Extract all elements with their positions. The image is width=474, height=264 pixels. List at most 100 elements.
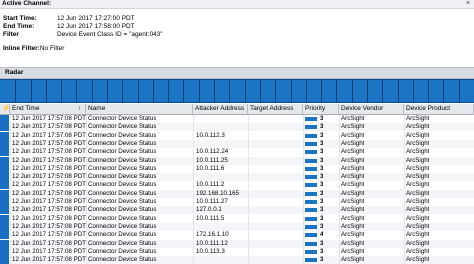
col-device-product[interactable]: Device Product xyxy=(404,104,474,114)
grid-line xyxy=(248,231,249,240)
grid-line xyxy=(248,214,249,223)
radar-cell-divider xyxy=(305,80,307,102)
inline-filter-value[interactable]: No Filter xyxy=(40,45,65,52)
radar-cell-divider xyxy=(458,80,460,102)
table-row[interactable]: 12 Jun 2017 17:57:08 PDT Connector Device… xyxy=(0,231,474,240)
cell-device-vendor: ArcSight xyxy=(341,148,365,156)
table-row[interactable]: 12 Jun 2017 17:57:08 PDT Connector Device… xyxy=(0,156,474,165)
radar-cell-divider xyxy=(428,80,430,102)
cell-device-vendor: ArcSight xyxy=(341,173,365,181)
grid-line xyxy=(10,247,11,256)
cell-end-time: 12 Jun 2017 17:57:08 PDT xyxy=(12,131,86,139)
table-row[interactable]: 12 Jun 2017 17:57:08 PDT Connector Device… xyxy=(0,247,474,256)
grid-line xyxy=(404,181,405,190)
cell-device-product: ArcSight xyxy=(406,206,430,214)
radar-cell-divider xyxy=(198,80,200,102)
grid-line xyxy=(10,123,11,132)
priority-bar xyxy=(305,150,317,155)
radar-cell-divider xyxy=(351,80,353,102)
cell-device-product: ArcSight xyxy=(406,156,430,164)
start-time-row: Start Time: 12 Jun 2017 17:27:00 PDT xyxy=(3,15,135,22)
grid-line xyxy=(10,239,11,248)
table-row[interactable]: 12 Jun 2017 17:57:08 PDT Connector Device… xyxy=(0,139,474,148)
table-row[interactable]: 12 Jun 2017 17:57:08 PDT Connector Device… xyxy=(0,131,474,140)
cell-device-vendor: ArcSight xyxy=(341,206,365,214)
table-row[interactable]: 12 Jun 2017 17:57:08 PDT Connector Device… xyxy=(0,173,474,182)
table-row[interactable]: 12 Jun 2017 17:57:08 PDT Connector Device… xyxy=(0,214,474,223)
grid-line xyxy=(10,206,11,215)
grid-line xyxy=(193,206,194,215)
grid-line xyxy=(86,148,87,157)
table-row[interactable]: 12 Jun 2017 17:57:08 PDT Connector Device… xyxy=(0,123,474,132)
col-end-time[interactable]: End Time ↑ xyxy=(10,104,86,114)
col-name[interactable]: Name xyxy=(86,104,193,114)
grid-line xyxy=(193,173,194,182)
grid-line xyxy=(303,115,304,123)
grid-line xyxy=(339,206,340,215)
grid-line xyxy=(86,156,87,165)
grid-line xyxy=(303,222,304,231)
grid-line xyxy=(339,164,340,173)
cell-device-vendor: ArcSight xyxy=(341,115,365,122)
radar-cell-divider xyxy=(91,80,93,102)
row-marker xyxy=(0,189,9,198)
cell-priority: 3 xyxy=(320,189,324,197)
radar-header[interactable]: Radar xyxy=(0,67,474,79)
radar-cell-divider xyxy=(244,80,246,102)
table-row[interactable]: 12 Jun 2017 17:57:08 PDT Connector Device… xyxy=(0,115,474,123)
table-row[interactable]: 12 Jun 2017 17:57:08 PDT Connector Device… xyxy=(0,239,474,248)
col-device-vendor[interactable]: Device Vendor xyxy=(339,104,404,114)
table-row[interactable]: 12 Jun 2017 17:57:08 PDT Connector Device… xyxy=(0,206,474,215)
table-row[interactable]: 12 Jun 2017 17:57:08 PDT Connector Device… xyxy=(0,148,474,157)
cell-end-time: 12 Jun 2017 17:57:08 PDT xyxy=(12,198,86,205)
table-row[interactable]: 12 Jun 2017 17:57:08 PDT Connector Device… xyxy=(0,164,474,173)
grid-line xyxy=(86,164,87,173)
grid-line xyxy=(248,131,249,140)
cell-end-time: 12 Jun 2017 17:57:08 PDT xyxy=(12,164,86,172)
grid-line xyxy=(86,181,87,190)
grid-line xyxy=(339,131,340,140)
radar-cell-divider xyxy=(122,80,124,102)
cell-end-time: 12 Jun 2017 17:57:08 PDT xyxy=(12,189,86,197)
grid-line xyxy=(193,239,194,248)
col-target-address[interactable]: Target Address xyxy=(248,104,303,114)
cell-end-time: 12 Jun 2017 17:57:08 PDT xyxy=(12,247,86,255)
priority-bar xyxy=(305,191,317,196)
table-row[interactable]: 12 Jun 2017 17:57:08 PDT Connector Device… xyxy=(0,198,474,206)
cell-priority: 3 xyxy=(320,206,324,214)
radar-cell-divider xyxy=(443,80,445,102)
grid-line xyxy=(303,231,304,240)
row-marker xyxy=(0,247,9,256)
grid-line xyxy=(404,231,405,240)
sort-arrow-icon[interactable]: ↑ xyxy=(78,104,81,114)
col-attacker-address[interactable]: Attacker Address xyxy=(193,104,248,114)
grid-line xyxy=(404,123,405,132)
cell-priority: 3 xyxy=(320,156,324,164)
cell-priority: 3 xyxy=(320,131,324,139)
grid-line xyxy=(404,173,405,182)
grid-line xyxy=(303,123,304,132)
table-row[interactable]: 12 Jun 2017 17:57:08 PDT Connector Device… xyxy=(0,181,474,190)
radar-cell-divider xyxy=(107,80,109,102)
close-icon[interactable]: × xyxy=(466,0,470,7)
priority-bar xyxy=(305,183,317,188)
filter-label: Filter xyxy=(3,31,19,38)
table-row[interactable]: 12 Jun 2017 17:57:08 PDT Connector Device… xyxy=(0,189,474,198)
grid-line xyxy=(10,131,11,140)
grid-line xyxy=(193,123,194,132)
grid-line xyxy=(193,156,194,165)
radar-strip[interactable] xyxy=(0,79,474,103)
radar-cell-divider xyxy=(214,80,216,102)
cell-priority: 3 xyxy=(320,164,324,172)
row-marker xyxy=(0,123,9,132)
radar-label: Radar xyxy=(5,69,24,76)
grid-line xyxy=(303,164,304,173)
cell-priority: 3 xyxy=(320,222,324,230)
grid-line xyxy=(10,156,11,165)
grid-line xyxy=(86,239,87,248)
table-row[interactable]: 12 Jun 2017 17:57:08 PDT Connector Device… xyxy=(0,222,474,231)
col-priority[interactable]: Priority xyxy=(303,104,339,114)
grid-line xyxy=(303,139,304,148)
row-marker xyxy=(0,181,9,190)
grid-line xyxy=(193,222,194,231)
